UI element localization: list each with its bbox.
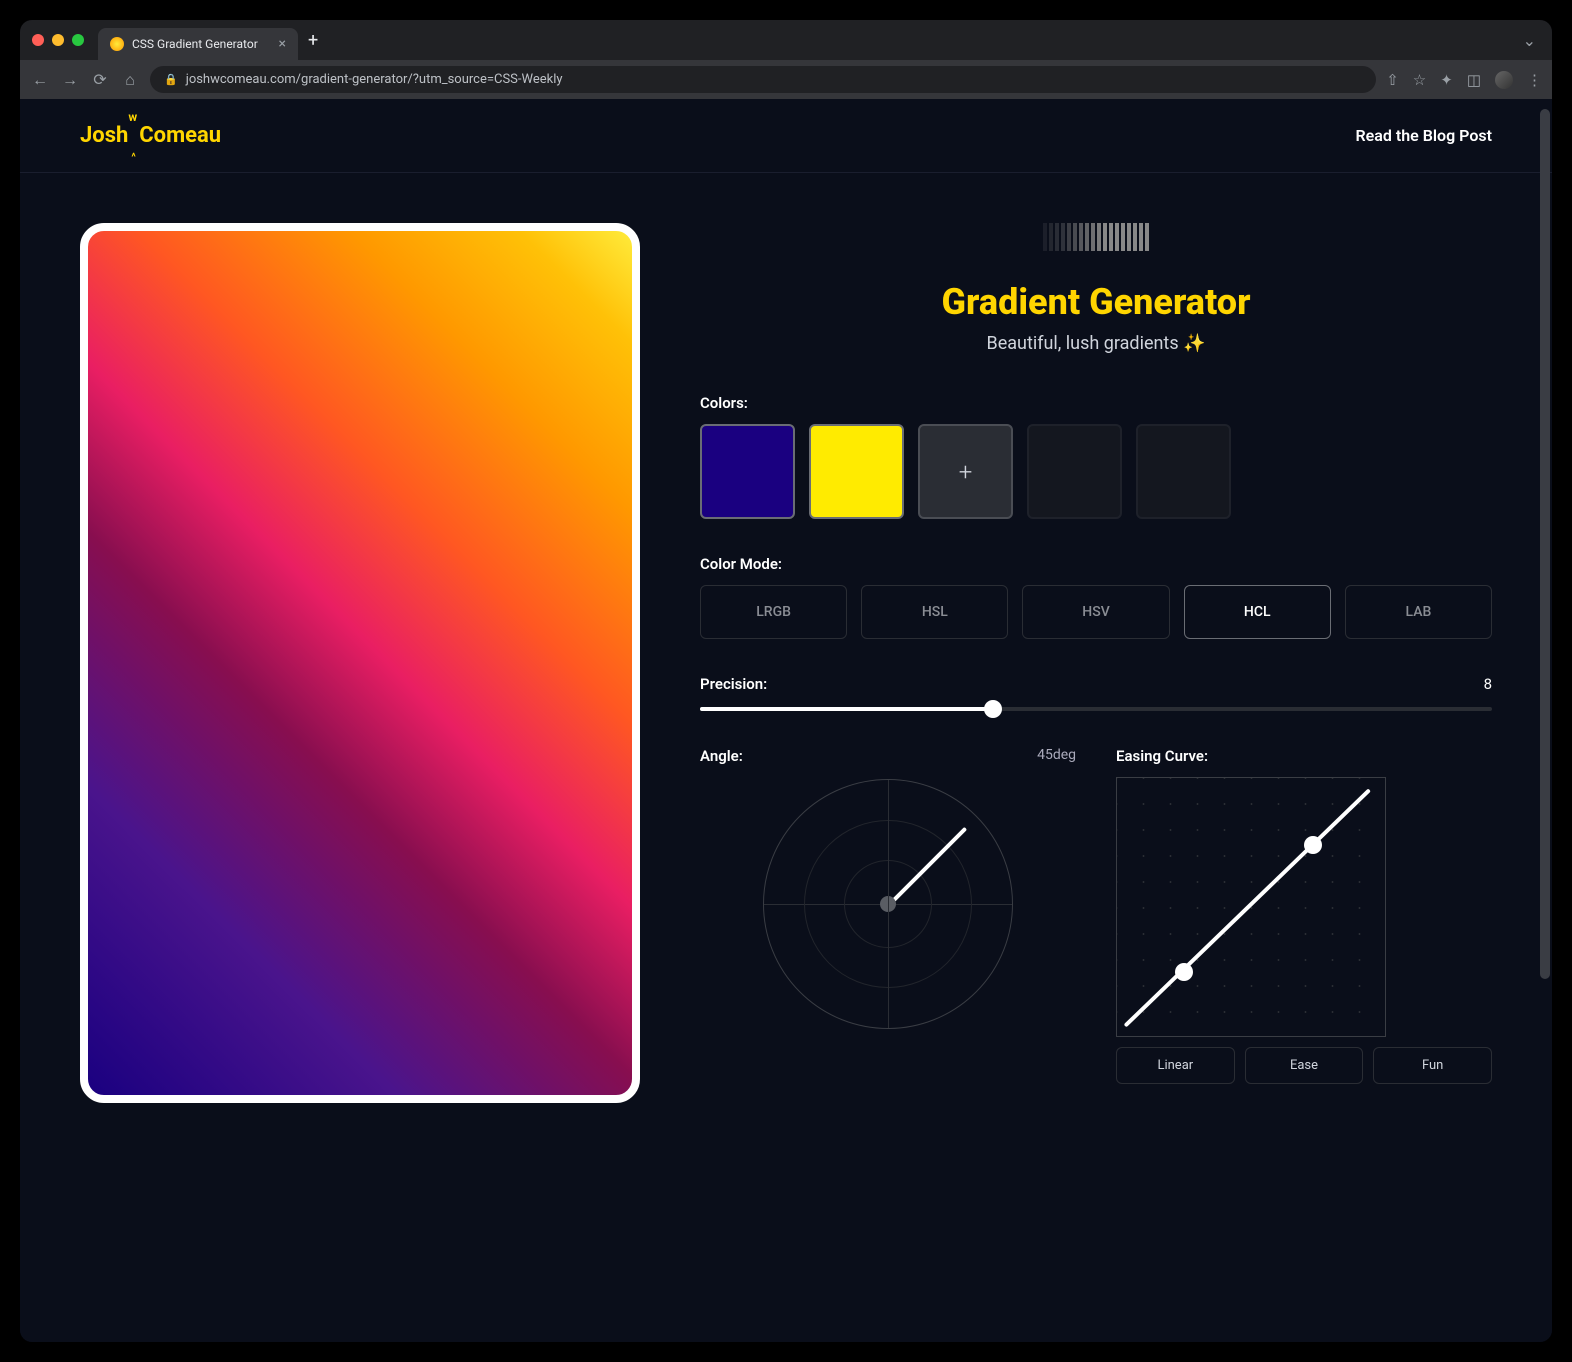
site-header: Josh Comeau Read the Blog Post: [20, 99, 1552, 173]
lock-icon: 🔒: [164, 73, 178, 86]
mode-lrgb[interactable]: LRGB: [700, 585, 847, 639]
color-swatch-2[interactable]: [809, 424, 904, 519]
easing-presets: Linear Ease Fun: [1116, 1047, 1492, 1084]
color-mode-label: Color Mode:: [700, 555, 1492, 573]
color-swatches: +: [700, 424, 1492, 519]
logo-first: Josh: [80, 123, 128, 148]
window-controls[interactable]: [32, 34, 84, 46]
color-swatch-empty: [1027, 424, 1122, 519]
extensions-icon[interactable]: ✦: [1440, 71, 1453, 89]
blog-post-link[interactable]: Read the Blog Post: [1355, 126, 1492, 145]
decorative-bars-icon: [700, 223, 1492, 251]
easing-curve-line: [1124, 788, 1371, 1027]
easing-handle-2[interactable]: [1304, 836, 1322, 854]
browser-chrome: CSS Gradient Generator × + ⌄ ← → ⟳ ⌂ 🔒 j…: [20, 20, 1552, 99]
angle-label: Angle:: [700, 747, 743, 765]
easing-label: Easing Curve:: [1116, 747, 1492, 765]
tab-strip: CSS Gradient Generator × + ⌄: [20, 20, 1552, 60]
angle-value: 45deg: [1037, 747, 1076, 765]
easing-curve-editor[interactable]: [1116, 777, 1386, 1037]
minimize-window-icon[interactable]: [52, 34, 64, 46]
page-subtitle: Beautiful, lush gradients ✨: [700, 333, 1492, 354]
profile-avatar-icon[interactable]: [1495, 71, 1513, 89]
home-icon[interactable]: ⌂: [120, 70, 140, 90]
new-tab-button[interactable]: +: [308, 30, 318, 51]
precision-section: Precision: 8: [700, 675, 1492, 711]
hero: Gradient Generator Beautiful, lush gradi…: [700, 223, 1492, 354]
plus-icon: +: [959, 458, 973, 486]
slider-thumb[interactable]: [984, 700, 1002, 718]
close-window-icon[interactable]: [32, 34, 44, 46]
easing-section: Easing Curve: Linear Ease Fun: [1116, 747, 1492, 1084]
colors-section: Colors: +: [700, 394, 1492, 555]
color-mode-section: Color Mode: LRGB HSL HSV HCL LAB: [700, 555, 1492, 675]
tab-title: CSS Gradient Generator: [132, 37, 258, 51]
url-text: joshwcomeau.com/gradient-generator/?utm_…: [186, 72, 563, 87]
site-logo[interactable]: Josh Comeau: [80, 123, 221, 148]
gradient-preview: [80, 223, 640, 1103]
mode-hsv[interactable]: HSV: [1022, 585, 1169, 639]
page-content: Josh Comeau Read the Blog Post Gradient …: [20, 99, 1552, 1342]
easing-preset-ease[interactable]: Ease: [1245, 1047, 1364, 1084]
mode-hsl[interactable]: HSL: [861, 585, 1008, 639]
maximize-window-icon[interactable]: [72, 34, 84, 46]
favicon-icon: [110, 37, 124, 51]
easing-handle-1[interactable]: [1175, 963, 1193, 981]
share-icon[interactable]: ⇧: [1386, 71, 1399, 89]
bookmark-icon[interactable]: ☆: [1413, 71, 1426, 89]
colors-label: Colors:: [700, 394, 1492, 412]
preview-panel: [80, 223, 640, 1103]
menu-icon[interactable]: ⋮: [1527, 71, 1542, 89]
close-tab-icon[interactable]: ×: [279, 36, 286, 52]
scrollbar[interactable]: [1540, 109, 1550, 979]
address-bar[interactable]: 🔒 joshwcomeau.com/gradient-generator/?ut…: [150, 66, 1376, 93]
mode-lab[interactable]: LAB: [1345, 585, 1492, 639]
logo-last: Comeau: [139, 123, 221, 148]
angle-dial[interactable]: [763, 779, 1013, 1029]
forward-icon[interactable]: →: [60, 70, 80, 90]
angle-section: Angle: 45deg: [700, 747, 1076, 1084]
precision-label: Precision:: [700, 675, 767, 693]
main-layout: Gradient Generator Beautiful, lush gradi…: [20, 173, 1552, 1153]
slider-fill: [700, 707, 993, 711]
dial-center-icon: [880, 896, 896, 912]
add-color-button[interactable]: +: [918, 424, 1013, 519]
color-mode-options: LRGB HSL HSV HCL LAB: [700, 585, 1492, 639]
color-swatch-empty: [1136, 424, 1231, 519]
precision-slider[interactable]: [700, 707, 1492, 711]
mode-hcl[interactable]: HCL: [1184, 585, 1331, 639]
page-title: Gradient Generator: [700, 281, 1492, 323]
browser-window: CSS Gradient Generator × + ⌄ ← → ⟳ ⌂ 🔒 j…: [20, 20, 1552, 1342]
panel-icon[interactable]: ◫: [1467, 71, 1481, 89]
precision-value: 8: [1484, 675, 1492, 693]
controls-panel: Gradient Generator Beautiful, lush gradi…: [700, 223, 1492, 1103]
logo-w-icon: [128, 123, 139, 148]
browser-tab[interactable]: CSS Gradient Generator ×: [98, 28, 298, 60]
browser-toolbar: ← → ⟳ ⌂ 🔒 joshwcomeau.com/gradient-gener…: [20, 60, 1552, 99]
easing-preset-fun[interactable]: Fun: [1373, 1047, 1492, 1084]
bottom-controls: Angle: 45deg Easing Curve:: [700, 747, 1492, 1084]
back-icon[interactable]: ←: [30, 70, 50, 90]
easing-preset-linear[interactable]: Linear: [1116, 1047, 1235, 1084]
chevron-down-icon[interactable]: ⌄: [1523, 31, 1536, 50]
reload-icon[interactable]: ⟳: [90, 70, 110, 89]
color-swatch-1[interactable]: [700, 424, 795, 519]
